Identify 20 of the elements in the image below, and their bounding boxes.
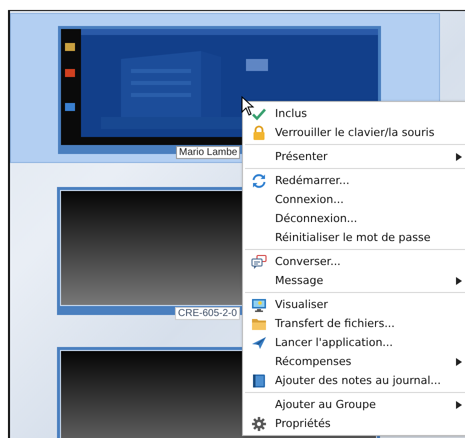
computer-name: CRE-605-2-0 <box>175 307 240 320</box>
book-icon <box>251 372 267 388</box>
menu-item[interactable]: Visualiser <box>243 295 465 314</box>
menu-item[interactable]: Lancer l'application... <box>243 333 465 352</box>
menu-item[interactable]: Ajouter des notes au journal... <box>243 371 465 390</box>
menu-item[interactable]: Ajouter au Groupe <box>243 395 465 414</box>
menu-item[interactable]: Récompenses <box>243 352 465 371</box>
lock-icon <box>251 124 267 140</box>
menu-item[interactable]: Verrouiller le clavier/la souris <box>243 123 465 142</box>
gear-icon <box>251 416 267 432</box>
menu-item[interactable]: Propriétés <box>243 414 465 433</box>
paper-plane-icon <box>251 334 267 350</box>
menu-item[interactable]: Présenter <box>243 147 465 166</box>
menu-item[interactable]: Converser... <box>243 252 465 271</box>
chat-icon <box>251 254 267 270</box>
monitor-icon <box>251 296 267 312</box>
refresh-icon <box>251 172 267 188</box>
menu-item[interactable]: Redémarrer... <box>243 171 465 190</box>
computer-name: Mario Lambe <box>176 146 240 159</box>
menu-item[interactable]: Transfert de fichiers... <box>243 314 465 333</box>
